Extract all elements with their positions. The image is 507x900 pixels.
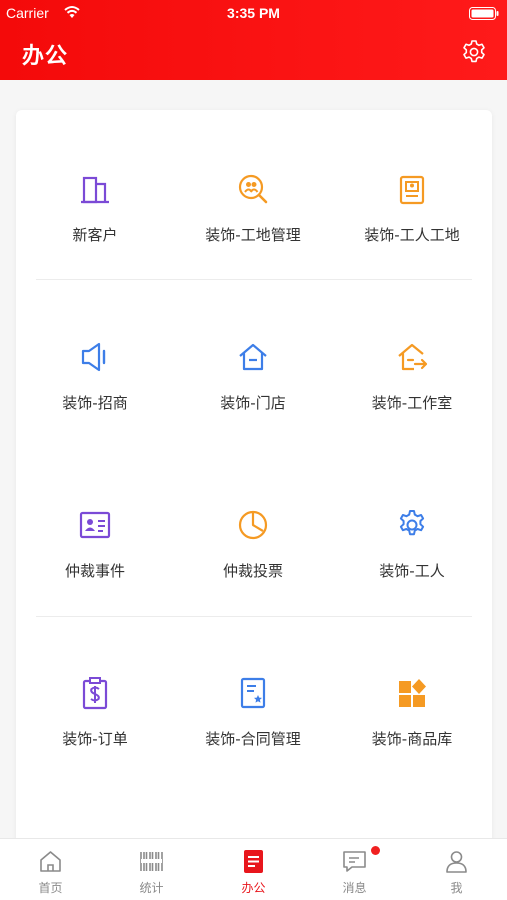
barcode-icon (140, 852, 163, 871)
grid-item-label: 装饰-门店 (220, 394, 286, 412)
gear-icon (399, 510, 425, 536)
speaker-icon (81, 342, 106, 372)
battery-icon (469, 7, 499, 20)
grid-diamond-icon (399, 679, 426, 707)
row-divider (36, 279, 472, 280)
grid-item-site-management[interactable]: 装饰-工地管理 (174, 120, 332, 270)
grid-item-label: 装饰-合同管理 (205, 730, 301, 748)
status-time: 3:35 PM (227, 5, 280, 21)
grid-item-label: 仲裁事件 (64, 562, 125, 580)
grid-item-order[interactable]: 装饰-订单 (16, 624, 174, 774)
tab-bar: 首页 统计 办公 消息 我 (0, 838, 507, 900)
gear-icon[interactable] (461, 39, 487, 65)
home-icon (40, 851, 61, 872)
grid-item-arbitration-event[interactable]: 仲裁事件 (16, 456, 174, 606)
home-export-icon (398, 343, 428, 371)
tab-home[interactable]: 首页 (0, 839, 101, 900)
grid-item-arbitration-vote[interactable]: 仲裁投票 (174, 456, 332, 606)
app-header: Carrier 3:35 PM 办公 (0, 0, 507, 80)
clipboard-dollar-icon (82, 677, 108, 710)
tab-label: 我 (450, 881, 463, 895)
grid-item-label: 装饰-工人工地 (364, 226, 460, 244)
grid-item-label: 仲裁投票 (222, 562, 283, 580)
grid-item-studio[interactable]: 装饰-工作室 (333, 288, 491, 438)
tab-label: 首页 (38, 881, 63, 895)
office-card: 新客户 装饰-工地管理 装饰-工人工地 装饰-招商 装饰-门店 装饰-工作室 仲… (16, 110, 492, 900)
tab-label: 办公 (241, 881, 266, 895)
tab-office[interactable]: 办公 (203, 839, 304, 900)
grid-item-label: 装饰-招商 (62, 394, 128, 412)
contract-icon (240, 677, 266, 709)
row-divider (36, 616, 472, 617)
page-title: 办公 (22, 44, 69, 69)
grid-item-new-customer[interactable]: 新客户 (16, 120, 174, 270)
grid-item-label: 装饰-工地管理 (205, 226, 301, 244)
grid-item-worker-site[interactable]: 装饰-工人工地 (333, 120, 491, 270)
grid-item-store[interactable]: 装饰-门店 (174, 288, 332, 438)
tab-label: 统计 (139, 881, 164, 895)
pie-chart-icon (238, 510, 268, 540)
grid-row: 装饰-招商 装饰-门店 装饰-工作室 (16, 288, 492, 438)
grid-item-product-library[interactable]: 装饰-商品库 (333, 624, 491, 774)
message-icon (343, 851, 366, 872)
home-icon (239, 343, 267, 371)
status-bar: Carrier 3:35 PM (0, 0, 507, 28)
grid-item-label: 装饰-订单 (62, 730, 128, 748)
grid-item-contract-management[interactable]: 装饰-合同管理 (174, 624, 332, 774)
tab-label: 消息 (342, 881, 367, 895)
grid-item-worker[interactable]: 装饰-工人 (333, 456, 491, 606)
contact-card-icon (79, 511, 111, 539)
unread-badge (371, 846, 380, 855)
grid-row: 新客户 装饰-工地管理 装饰-工人工地 (16, 120, 492, 270)
grid-item-label: 装饰-商品库 (371, 730, 453, 748)
grid-row: 装饰-订单 装饰-合同管理 装饰-商品库 (16, 624, 492, 774)
tab-messages[interactable]: 消息 (304, 839, 405, 900)
id-card-icon (399, 175, 425, 205)
grid-item-label: 装饰-工人 (379, 562, 445, 580)
grid-item-label: 装饰-工作室 (371, 394, 453, 412)
user-icon (446, 851, 467, 873)
tab-me[interactable]: 我 (406, 839, 507, 900)
grid-row: 仲裁事件 仲裁投票 装饰-工人 (16, 456, 492, 606)
document-icon (244, 850, 263, 873)
grid-item-investment[interactable]: 装饰-招商 (16, 288, 174, 438)
search-people-icon (238, 174, 268, 204)
grid-item-label: 新客户 (72, 226, 118, 244)
building-icon (81, 176, 109, 204)
tab-statistics[interactable]: 统计 (101, 839, 202, 900)
